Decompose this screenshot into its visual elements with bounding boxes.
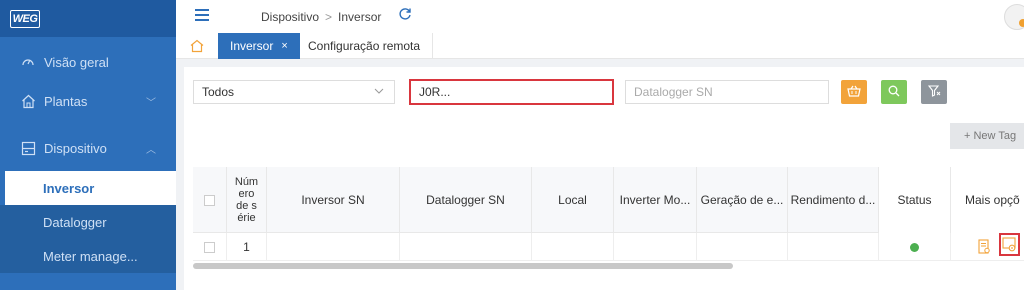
sidebar-item-device[interactable]: Dispositivo ︿ bbox=[0, 130, 176, 166]
row-generation bbox=[697, 233, 788, 261]
row-local bbox=[532, 233, 614, 261]
breadcrumb-separator: > bbox=[325, 10, 333, 24]
status-select[interactable]: Todos bbox=[193, 80, 395, 104]
row-yield bbox=[788, 233, 879, 261]
search-icon bbox=[888, 85, 900, 100]
column-header-generation[interactable]: Geração de e... bbox=[697, 167, 788, 233]
gauge-icon bbox=[20, 54, 36, 70]
details-icon[interactable] bbox=[978, 239, 992, 255]
breadcrumb: Dispositivo > Inversor bbox=[261, 10, 381, 24]
top-bar: Dispositivo > Inversor bbox=[176, 0, 1024, 33]
column-header-inverter-sn[interactable]: Inversor SN bbox=[267, 167, 400, 233]
chevron-down-icon bbox=[374, 86, 384, 99]
sidebar-item-overview[interactable]: Visão geral bbox=[0, 44, 176, 80]
table-row[interactable]: 1 bbox=[193, 233, 1024, 261]
row-checkbox[interactable] bbox=[204, 241, 215, 253]
logo-bar: WEG bbox=[0, 0, 176, 37]
column-header-status[interactable]: Status bbox=[879, 167, 951, 233]
new-tag-button[interactable]: + New Tag bbox=[950, 123, 1024, 149]
select-all-cell bbox=[193, 167, 227, 233]
tab-inversor[interactable]: Inversor × bbox=[218, 33, 300, 59]
tab-bar: Inversor × Configuração remota bbox=[176, 33, 1024, 59]
refresh-icon[interactable] bbox=[398, 7, 412, 25]
sidebar-item-label: Dispositivo bbox=[44, 140, 107, 156]
sidebar-subitem-label: Meter manage... bbox=[43, 248, 138, 264]
datalogger-sn-input[interactable]: Datalogger SN bbox=[625, 80, 829, 104]
column-header-more-options: Mais opçõ bbox=[951, 167, 1024, 233]
tab-remote-config[interactable]: Configuração remota bbox=[296, 33, 434, 59]
sidebar-item-plants[interactable]: Plantas ﹀ bbox=[0, 83, 176, 119]
select-value: Todos bbox=[202, 85, 235, 99]
close-icon[interactable]: × bbox=[281, 40, 287, 52]
column-header-number[interactable]: Núm ero de s érie bbox=[227, 167, 267, 233]
column-header-local[interactable]: Local bbox=[532, 167, 614, 233]
home-tab-icon[interactable] bbox=[190, 39, 204, 53]
inverter-table: Núm ero de s érie Inversor SN Datalogger… bbox=[193, 167, 1024, 267]
row-status bbox=[879, 233, 951, 261]
row-number: 1 bbox=[227, 233, 267, 261]
breadcrumb-item: Inversor bbox=[338, 10, 382, 24]
basket-button[interactable] bbox=[841, 80, 867, 104]
horizontal-scrollbar[interactable] bbox=[193, 263, 733, 269]
column-header-yield[interactable]: Rendimento d... bbox=[788, 167, 879, 233]
status-online-icon bbox=[910, 242, 919, 252]
sidebar: WEG Visão geral Plantas ﹀ Dispositivo ︿ … bbox=[0, 0, 176, 290]
breadcrumb-item[interactable]: Dispositivo bbox=[261, 10, 319, 24]
sidebar-subitem-label: Datalogger bbox=[43, 214, 107, 230]
sidebar-subitem-meter[interactable]: Meter manage... bbox=[0, 239, 176, 273]
tab-label: Configuração remota bbox=[308, 39, 421, 53]
row-model bbox=[614, 233, 697, 261]
home-icon bbox=[20, 93, 36, 109]
remote-settings-button[interactable] bbox=[999, 233, 1020, 256]
row-select-cell bbox=[193, 233, 227, 261]
select-all-checkbox[interactable] bbox=[204, 194, 215, 206]
table-header: Núm ero de s érie Inversor SN Datalogger… bbox=[193, 167, 1024, 233]
chevron-up-icon: ︿ bbox=[146, 144, 156, 156]
sidebar-item-label: Plantas bbox=[44, 93, 88, 109]
column-header-datalogger-sn[interactable]: Datalogger SN bbox=[400, 167, 532, 233]
clear-filter-icon bbox=[927, 84, 941, 100]
datalogger-sn-placeholder: Datalogger SN bbox=[634, 85, 713, 99]
column-header-model[interactable]: Inverter Mo... bbox=[614, 167, 697, 233]
sidebar-subitem-label: Inversor bbox=[43, 180, 95, 196]
main-panel: Todos J0R... Datalogger SN + New Tag Núm… bbox=[184, 67, 1024, 290]
inverter-sn-input[interactable]: J0R... bbox=[409, 79, 614, 105]
inverter-sn-value: J0R... bbox=[419, 85, 451, 99]
weg-logo[interactable]: WEG bbox=[10, 9, 40, 28]
basket-icon bbox=[847, 85, 861, 100]
sidebar-item-label: Visão geral bbox=[44, 54, 109, 70]
device-icon bbox=[20, 140, 36, 156]
sidebar-subitem-datalogger[interactable]: Datalogger bbox=[0, 205, 176, 239]
tab-label: Inversor bbox=[230, 39, 274, 53]
sidebar-subitem-inversor[interactable]: Inversor bbox=[0, 171, 176, 205]
search-button[interactable] bbox=[881, 80, 907, 104]
clear-filter-button[interactable] bbox=[921, 80, 947, 104]
menu-toggle-icon[interactable] bbox=[195, 9, 209, 21]
chevron-down-icon: ﹀ bbox=[146, 97, 156, 109]
row-inverter-sn bbox=[267, 233, 400, 261]
row-datalogger-sn bbox=[400, 233, 532, 261]
avatar[interactable] bbox=[1004, 4, 1024, 30]
